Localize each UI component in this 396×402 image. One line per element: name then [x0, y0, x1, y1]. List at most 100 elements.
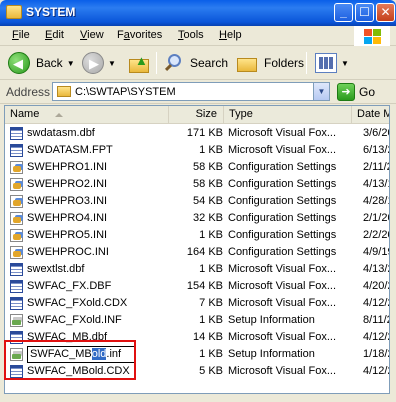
file-row[interactable]: SWEHPRO2.INI 58 KB Configuration Settings 4… — [5, 176, 389, 193]
file-type: Configuration Settings — [228, 161, 337, 173]
file-type: Configuration Settings — [228, 246, 337, 258]
menu-tools[interactable]: Tools — [178, 29, 204, 41]
file-name[interactable]: SWFAC_FXold.INF — [27, 312, 177, 329]
file-name[interactable]: SWFAC_FXold.CDX — [27, 295, 177, 312]
file-name[interactable]: SWEHPRO5.INI — [27, 227, 177, 244]
file-row[interactable]: SWDATASM.FPT 1 KB Microsoft Visual Fox... 6… — [5, 142, 389, 159]
windows-logo-icon — [354, 26, 390, 46]
folder-up-icon: ▲ — [128, 53, 150, 73]
file-type: Microsoft Visual Fox... — [228, 144, 336, 156]
rename-highlight — [4, 340, 136, 380]
views-button[interactable]: ▼ — [315, 52, 349, 74]
toolbar: ◀ Back ▼ ▶ ▼ ▲ Search Folders ▼ — [0, 46, 396, 80]
search-button[interactable]: Search — [164, 52, 228, 74]
column-size[interactable]: Size — [169, 106, 224, 124]
address-path: C:\SWTAP\SYSTEM — [75, 86, 176, 98]
menu-bar: File Edit View Favorites Tools Help — [0, 26, 396, 46]
file-name[interactable]: SWEHPROC.INI — [27, 244, 177, 261]
column-name[interactable]: Name — [5, 106, 169, 124]
table-icon — [10, 127, 23, 140]
maximize-button[interactable]: ☐ — [355, 3, 374, 22]
back-button[interactable]: ◀ Back ▼ — [8, 52, 75, 74]
window-title: SYSTEM — [26, 5, 76, 19]
file-date-modified: 6/13/2 — [363, 144, 389, 156]
forward-button[interactable]: ▶ ▼ — [82, 52, 116, 74]
file-size: 1 KB — [199, 263, 223, 275]
forward-arrow-icon: ▶ — [82, 52, 104, 74]
folders-button[interactable]: Folders — [236, 52, 304, 74]
views-icon — [315, 53, 337, 73]
table-icon — [10, 144, 23, 157]
menu-file[interactable]: File — [12, 29, 30, 41]
up-folder-button[interactable]: ▲ — [128, 52, 150, 74]
file-size: 5 KB — [199, 365, 223, 377]
file-name[interactable]: SWFAC_FX.DBF — [27, 278, 177, 295]
file-size: 32 KB — [193, 212, 223, 224]
file-date-modified: 4/13/2 — [363, 263, 389, 275]
go-button[interactable]: ➜ Go — [337, 83, 375, 101]
file-row[interactable]: SWFAC_FXold.CDX 7 KB Microsoft Visual Fox.… — [5, 295, 389, 312]
file-row[interactable]: SWEHPRO3.INI 54 KB Configuration Settings 4… — [5, 193, 389, 210]
file-size: 58 KB — [193, 178, 223, 190]
file-size: 1 KB — [199, 144, 223, 156]
table-icon — [10, 280, 23, 293]
address-input[interactable]: C:\SWTAP\SYSTEM ▼ — [52, 82, 330, 101]
file-size: 1 KB — [199, 229, 223, 241]
file-size: 1 KB — [199, 314, 223, 326]
file-row[interactable]: SWEHPRO5.INI 1 KB Configuration Settings 2/… — [5, 227, 389, 244]
folder-icon — [6, 5, 22, 19]
file-name[interactable]: SWEHPRO1.INI — [27, 159, 177, 176]
file-name[interactable]: SWEHPRO3.INI — [27, 193, 177, 210]
chevron-down-icon[interactable]: ▼ — [313, 83, 329, 100]
file-row[interactable]: SWFAC_FX.DBF 154 KB Microsoft Visual Fox..… — [5, 278, 389, 295]
settings-icon — [10, 178, 23, 191]
file-size: 58 KB — [193, 161, 223, 173]
title-bar[interactable]: SYSTEM _ ☐ ✕ — [0, 0, 396, 26]
file-row[interactable]: SWEHPROC.INI 164 KB Configuration Settings… — [5, 244, 389, 261]
file-type: Microsoft Visual Fox... — [228, 127, 336, 139]
settings-icon — [10, 161, 23, 174]
file-date-modified: 3/6/20 — [363, 127, 389, 139]
chevron-down-icon[interactable]: ▼ — [67, 59, 75, 68]
table-icon — [10, 263, 23, 276]
file-type: Configuration Settings — [228, 212, 337, 224]
close-button[interactable]: ✕ — [376, 3, 395, 22]
address-bar: Address C:\SWTAP\SYSTEM ▼ ➜ Go — [0, 80, 396, 104]
file-name[interactable]: SWDATASM.FPT — [27, 142, 177, 159]
folder-icon — [57, 86, 71, 97]
chevron-down-icon[interactable]: ▼ — [341, 59, 349, 68]
setup-icon — [10, 314, 23, 327]
file-row[interactable]: swextlst.dbf 1 KB Microsoft Visual Fox... 4… — [5, 261, 389, 278]
menu-view[interactable]: View — [80, 29, 104, 41]
column-date-modified[interactable]: Date M — [352, 106, 389, 124]
file-name[interactable]: swdatasm.dbf — [27, 125, 177, 142]
horizontal-scrollbar[interactable] — [4, 394, 390, 402]
file-name[interactable]: SWEHPRO2.INI — [27, 176, 177, 193]
toolbar-separator — [306, 52, 307, 74]
file-type: Microsoft Visual Fox... — [228, 297, 336, 309]
file-name[interactable]: SWEHPRO4.INI — [27, 210, 177, 227]
file-type: Configuration Settings — [228, 229, 337, 241]
file-row[interactable]: SWFAC_FXold.INF 1 KB Setup Information 8/11… — [5, 312, 389, 329]
menu-favorites[interactable]: Favorites — [117, 29, 162, 41]
file-size: 171 KB — [186, 127, 223, 139]
file-type: Configuration Settings — [228, 195, 337, 207]
file-size: 1 KB — [199, 348, 223, 360]
go-label: Go — [359, 85, 376, 99]
go-arrow-icon: ➜ — [337, 83, 355, 101]
file-row[interactable]: SWEHPRO1.INI 58 KB Configuration Settings 2… — [5, 159, 389, 176]
table-icon — [10, 297, 23, 310]
file-row[interactable]: swdatasm.dbf 171 KB Microsoft Visual Fox..… — [5, 125, 389, 142]
file-type: Microsoft Visual Fox... — [228, 263, 336, 275]
menu-help[interactable]: Help — [219, 29, 242, 41]
minimize-button[interactable]: _ — [334, 3, 353, 22]
file-date-modified: 1/18/2 — [363, 348, 389, 360]
settings-icon — [10, 212, 23, 225]
file-name[interactable]: swextlst.dbf — [27, 261, 177, 278]
chevron-down-icon[interactable]: ▼ — [108, 59, 116, 68]
menu-edit[interactable]: Edit — [45, 29, 64, 41]
file-type: Setup Information — [228, 348, 315, 360]
file-row[interactable]: SWEHPRO4.INI 32 KB Configuration Settings 2… — [5, 210, 389, 227]
column-type[interactable]: Type — [224, 106, 352, 124]
file-date-modified: 4/12/2 — [363, 331, 389, 343]
